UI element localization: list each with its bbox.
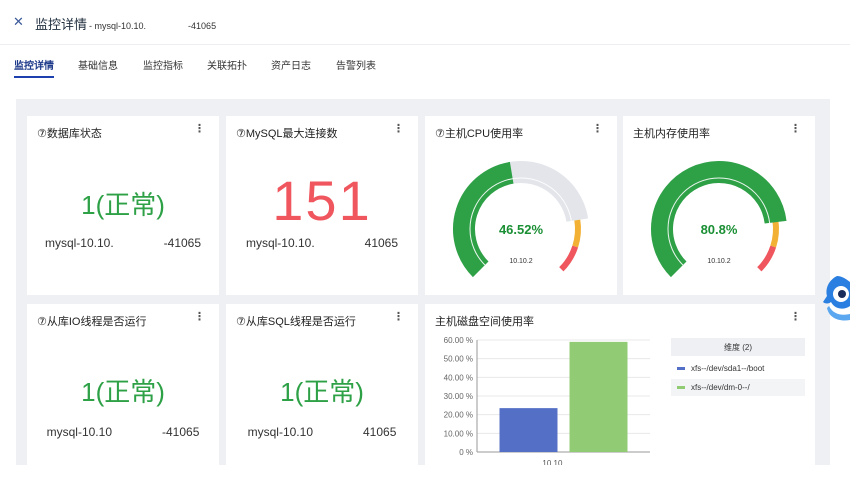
card-title: ⑦数据库状态	[37, 128, 102, 140]
card-db-status: ⑦数据库状态 ⋮ 1(正常) mysql-10.10. -41065	[27, 116, 219, 295]
close-icon[interactable]: ✕	[13, 15, 24, 29]
tab-monitor-detail[interactable]: 监控详情	[14, 57, 54, 72]
legend-label: xfs--/dev/dm-0--/	[691, 383, 750, 392]
x-tick-label: 10.10.	[542, 459, 564, 465]
tab-monitor-metrics[interactable]: 监控指标	[143, 57, 183, 72]
instance-prefix: mysql-10.10.	[44, 236, 114, 250]
card-mysql-max-connections: ⑦MySQL最大连接数 ⋮ 151 mysql-10.10. 41065	[226, 116, 418, 295]
tab-related-topology[interactable]: 关联拓扑	[207, 57, 247, 72]
y-tick-label: 20.00 %	[444, 411, 473, 420]
instance-name: mysql-10.10 -41065	[27, 425, 219, 439]
more-vertical-icon[interactable]: ⋮	[393, 312, 404, 323]
tab-basic-info[interactable]: 基础信息	[78, 57, 118, 72]
y-tick-label: 60.00 %	[444, 336, 473, 345]
card-slave-sql-thread: ⑦从库SQL线程是否运行 ⋮ 1(正常) mysql-10.10 41065	[226, 304, 418, 465]
more-vertical-icon[interactable]: ⋮	[194, 124, 205, 135]
y-tick-label: 10.00 %	[444, 429, 473, 438]
redacted-region	[315, 239, 365, 249]
more-vertical-icon[interactable]: ⋮	[393, 124, 404, 135]
status-value: 1(正常)	[81, 190, 165, 220]
status-value: 1(正常)	[280, 377, 364, 407]
gauge-value-arc	[651, 161, 787, 278]
gauge-host-ip: 10.10.2	[509, 258, 533, 265]
dashboard-area: ⑦数据库状态 ⋮ 1(正常) mysql-10.10. -41065 ⑦MySQL…	[16, 99, 830, 465]
card-title: ⑦MySQL最大连接数	[236, 128, 338, 140]
y-tick-label: 30.00 %	[444, 392, 473, 401]
instance-suffix: 41065	[364, 236, 399, 250]
instance-prefix: mysql-10.10	[247, 425, 313, 439]
y-tick-label: 0 %	[459, 448, 473, 457]
disk-usage-bar-chart: 0 % 10.00 % 20.00 % 30.00 % 40.00 % 50.00 % 60…	[444, 336, 805, 465]
y-tick-label: 40.00 %	[444, 373, 473, 382]
max-connections-value: 151	[272, 169, 372, 232]
tab-bar: 监控详情 基础信息 监控指标 关联拓扑 资产日志 告警列表	[0, 52, 850, 78]
redacted-region	[146, 20, 186, 29]
page-subtitle-suffix: -41065	[188, 21, 217, 31]
instance-suffix: -41065	[163, 236, 202, 250]
status-value: 1(正常)	[81, 377, 165, 407]
tab-asset-log[interactable]: 资产日志	[271, 57, 311, 72]
card-title: ⑦从库IO线程是否运行	[37, 316, 147, 328]
redacted-region	[313, 428, 363, 438]
gauge-value: 80.8%	[700, 222, 738, 237]
gauge-value: 46.52%	[498, 222, 544, 237]
card-title: ⑦从库SQL线程是否运行	[236, 316, 356, 328]
cpu-gauge	[453, 161, 589, 278]
page-subtitle-prefix: - mysql-10.10.	[89, 21, 147, 31]
card-host-memory-usage: 主机内存使用率 ⋮ 80.8% 10.10.2	[623, 116, 815, 295]
page-title-text: 监控详情	[35, 17, 88, 32]
legend-title: 维度 (2)	[724, 342, 752, 352]
memory-gauge	[651, 161, 787, 278]
instance-name: mysql-10.10. 41065	[226, 236, 418, 250]
legend-swatch	[677, 386, 685, 389]
legend-swatch	[677, 367, 685, 370]
instance-suffix: 41065	[363, 425, 397, 439]
bar[interactable]	[569, 341, 628, 452]
card-host-disk-usage: 主机磁盘空间使用率 ⋮ 0 % 10.00 % 20.00 % 30.00 % 40.0…	[425, 304, 815, 465]
tab-alert-list[interactable]: 告警列表	[336, 57, 376, 72]
card-slave-io-thread: ⑦从库IO线程是否运行 ⋮ 1(正常) mysql-10.10 -41065	[27, 304, 219, 465]
redacted-region	[112, 428, 162, 438]
header-bar: ✕ 监控详情 - mysql-10.10. -41065	[0, 0, 850, 45]
assistant-mascot-icon[interactable]	[815, 272, 850, 332]
legend-label: xfs--/dev/sda1--/boot	[691, 364, 765, 373]
card-host-cpu-usage: ⑦主机CPU使用率 ⋮ 46.52% 10.10.2	[425, 116, 617, 295]
bar[interactable]	[499, 408, 558, 452]
page-title: 监控详情 - mysql-10.10. -41065	[35, 14, 216, 33]
instance-suffix: -41065	[162, 425, 200, 439]
instance-prefix: mysql-10.10.	[245, 236, 315, 250]
instance-prefix: mysql-10.10	[46, 425, 112, 439]
gauge-host-ip: 10.10.2	[707, 258, 731, 265]
instance-name: mysql-10.10. -41065	[27, 236, 219, 250]
y-tick-label: 50.00 %	[444, 355, 473, 364]
redacted-region	[114, 239, 164, 249]
instance-name: mysql-10.10 41065	[226, 425, 418, 439]
active-tab-indicator	[14, 76, 54, 78]
more-vertical-icon[interactable]: ⋮	[194, 312, 205, 323]
